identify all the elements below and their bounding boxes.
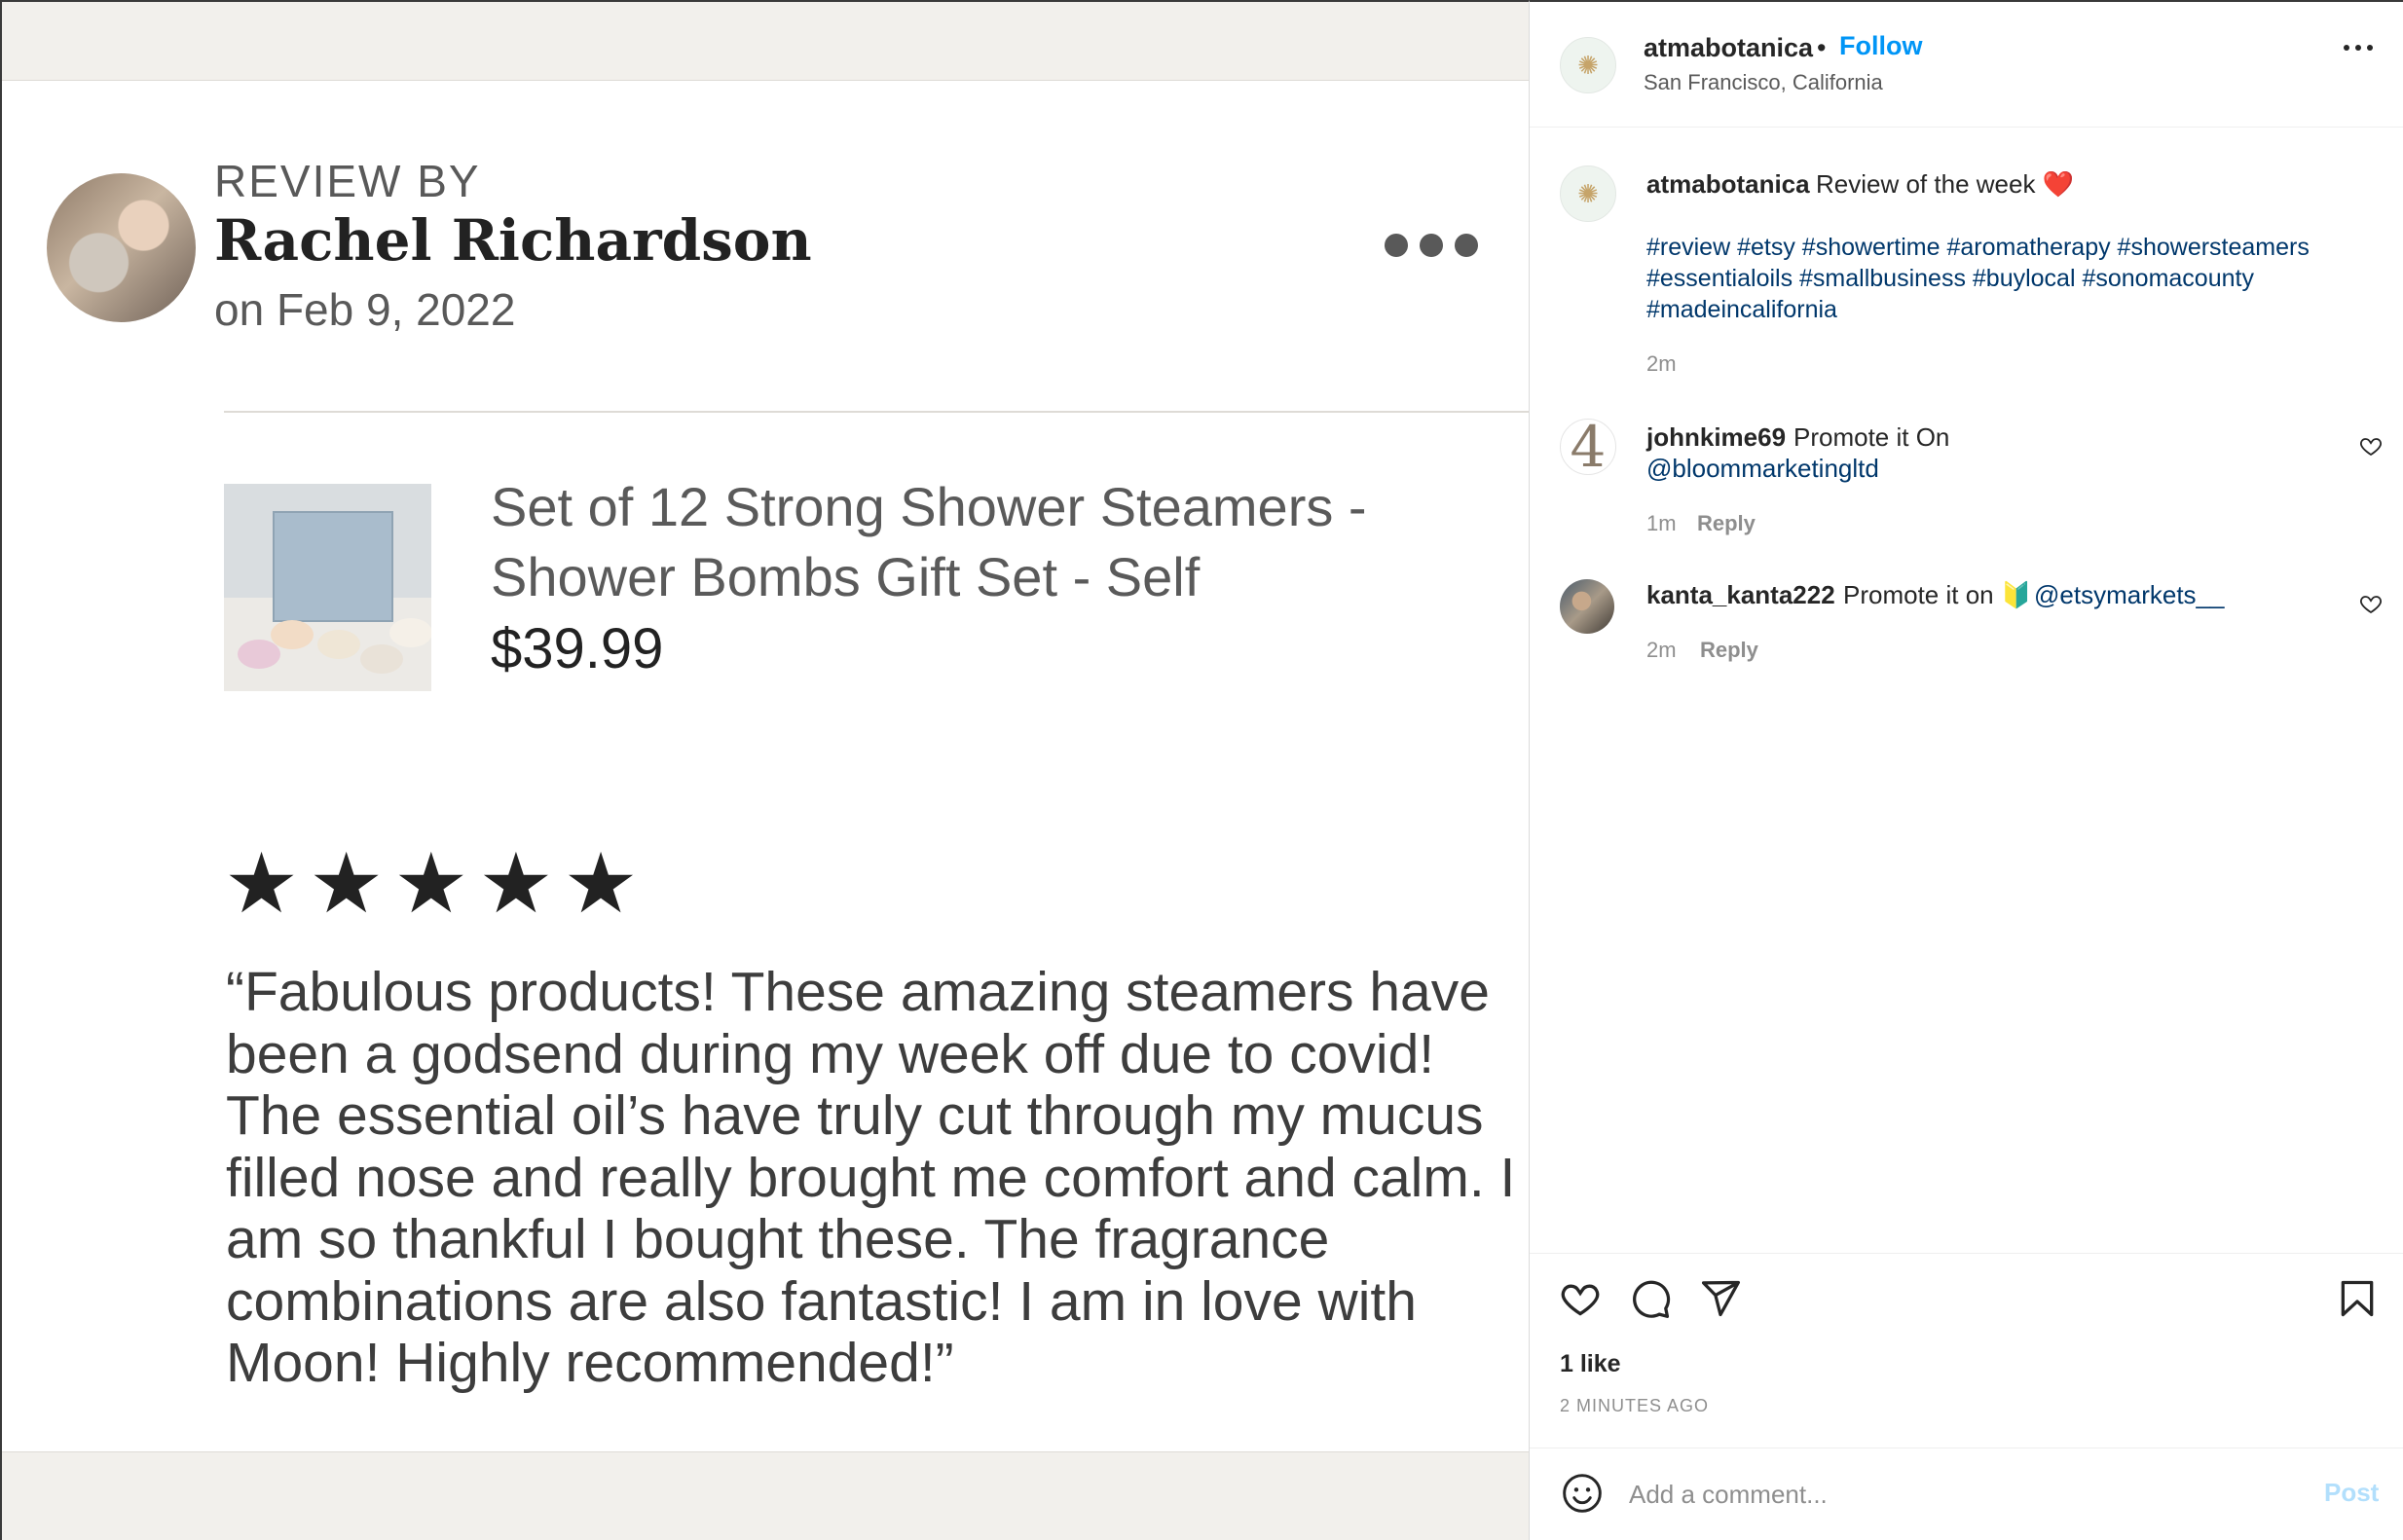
star-icon: ★ xyxy=(224,837,300,931)
review-card: REVIEW BY Rachel Richardson on Feb 9, 20… xyxy=(2,80,1529,1452)
caption-avatar[interactable]: ✺ xyxy=(1560,165,1616,222)
card-divider xyxy=(224,411,1529,413)
comment-like-heart-icon[interactable] xyxy=(2359,592,2383,615)
post-comment-button[interactable]: Post xyxy=(2324,1478,2379,1508)
comment-icon[interactable] xyxy=(1629,1277,1672,1320)
header-separator: • xyxy=(1817,33,1827,62)
post-age: 2 MINUTES AGO xyxy=(1560,1396,1710,1415)
more-horizontal-icon[interactable] xyxy=(2344,45,2373,51)
comment-username[interactable]: kanta_kanta222 xyxy=(1646,580,1835,610)
post-image[interactable]: REVIEW BY Rachel Richardson on Feb 9, 20… xyxy=(0,0,1529,1540)
comment-like-heart-icon[interactable] xyxy=(2359,434,2383,458)
reply-button[interactable]: Reply xyxy=(1697,511,1756,536)
comment-username[interactable]: johnkime69 xyxy=(1646,422,1786,453)
send-icon[interactable] xyxy=(1699,1277,1742,1320)
post-sidebar: ✺ atmabotanica • Follow San Francisco, C… xyxy=(1529,0,2403,1540)
review-by-label: REVIEW BY xyxy=(214,156,481,206)
product-price: $39.99 xyxy=(491,617,664,680)
comment-mention[interactable]: @bloommarketingltd xyxy=(1646,454,1879,484)
reviewer-name: Rachel Richardson xyxy=(214,207,812,274)
commenter-avatar[interactable]: 4 xyxy=(1560,414,1616,480)
follow-button[interactable]: Follow xyxy=(1839,31,1922,61)
caption-text: Review of the week ❤️ xyxy=(1816,169,2075,199)
account-avatar[interactable]: ✺ xyxy=(1560,37,1616,93)
caption-timestamp: 2m xyxy=(1646,351,1677,376)
header-divider xyxy=(1530,127,2403,128)
post-location[interactable]: San Francisco, California xyxy=(1644,70,1883,95)
comment-mention[interactable]: @etsymarkets__ xyxy=(2034,580,2224,610)
comment-timestamp: 1m xyxy=(1646,511,1677,535)
star-icon: ★ xyxy=(309,837,385,931)
reply-button[interactable]: Reply xyxy=(1700,638,1758,663)
caption-username[interactable]: atmabotanica xyxy=(1646,169,1810,200)
caption-hashtags[interactable]: #review #etsy #showertime #aromatherapy … xyxy=(1646,232,2386,325)
comment-timestamp: 2m xyxy=(1646,638,1677,662)
comment-text: Promote it on 🔰 xyxy=(1843,580,2033,609)
star-rating: ★ ★ ★ ★ ★ xyxy=(224,842,639,926)
actions-divider xyxy=(1530,1253,2403,1254)
star-icon: ★ xyxy=(478,837,554,931)
comment-input[interactable] xyxy=(1627,1474,2264,1515)
review-date: on Feb 9, 2022 xyxy=(214,284,516,335)
comment-text: Promote it On xyxy=(1793,422,1950,452)
star-icon: ★ xyxy=(393,837,469,931)
card-more-icon xyxy=(1385,234,1478,257)
commenter-avatar[interactable] xyxy=(1560,579,1614,634)
heart-icon[interactable] xyxy=(1559,1277,1602,1320)
product-image xyxy=(224,484,431,691)
star-icon: ★ xyxy=(563,837,639,931)
emoji-icon[interactable] xyxy=(1561,1472,1604,1515)
like-count[interactable]: 1 like xyxy=(1560,1350,1621,1378)
product-title: Set of 12 Strong Shower Steamers - Showe… xyxy=(491,476,1367,607)
reviewer-avatar xyxy=(47,173,196,322)
bookmark-icon[interactable] xyxy=(2336,1277,2379,1320)
account-username[interactable]: atmabotanica xyxy=(1644,33,1813,63)
review-text: “Fabulous products! These amazing steame… xyxy=(226,961,1516,1394)
